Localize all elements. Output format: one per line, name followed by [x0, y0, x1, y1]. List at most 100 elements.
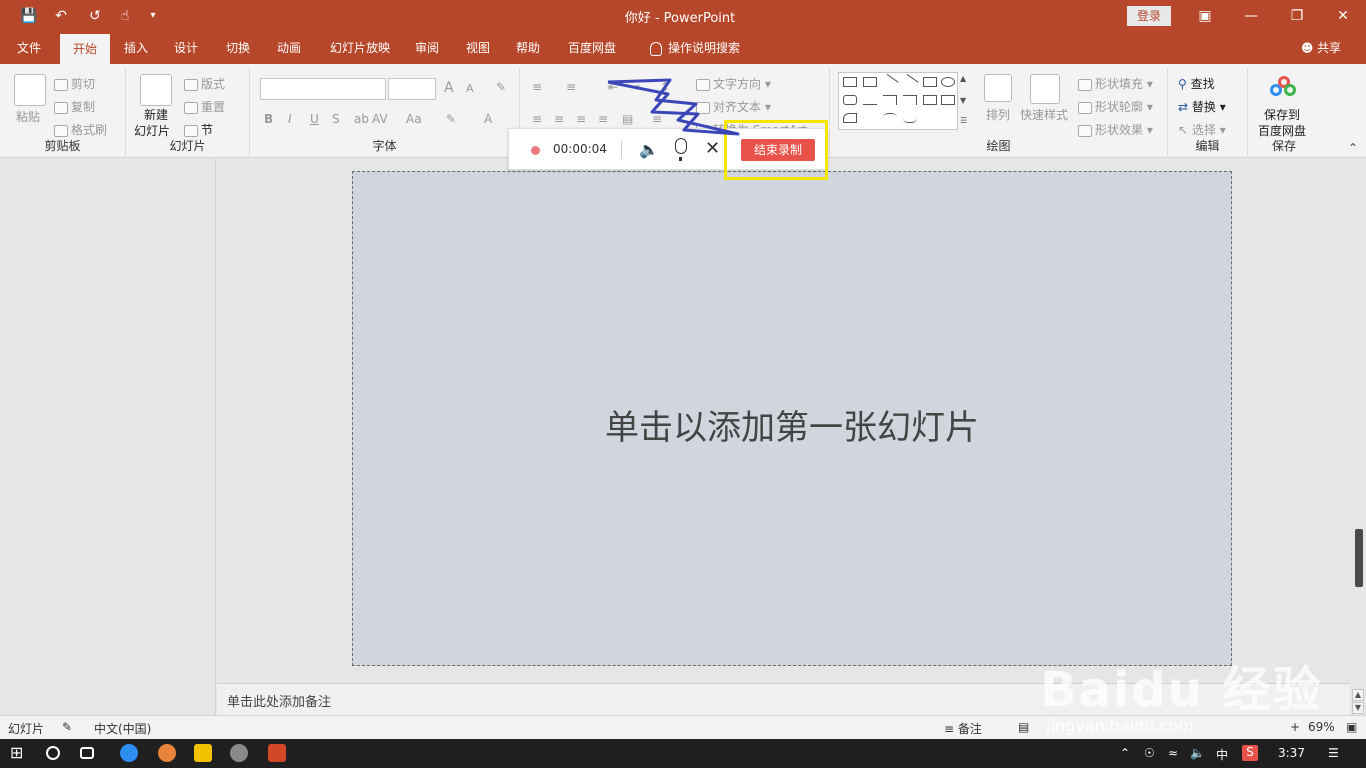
tab-transitions[interactable]: 切换: [218, 32, 258, 64]
sogou-ime-icon[interactable]: S: [1242, 745, 1258, 761]
arrange-button[interactable]: 排列: [986, 106, 1010, 123]
wifi-icon[interactable]: ≈: [1168, 746, 1178, 760]
tab-file[interactable]: 文件: [8, 32, 50, 64]
copy-button[interactable]: 复制: [54, 98, 95, 115]
shadow-button[interactable]: S: [332, 112, 340, 126]
freeform-shape-icon[interactable]: [843, 113, 857, 123]
shape-outline-button[interactable]: 形状轮廓 ▾: [1078, 98, 1153, 115]
shape-effects-button[interactable]: 形状效果 ▾: [1078, 121, 1153, 138]
volume-icon[interactable]: 🔈: [1190, 746, 1205, 760]
search-icon[interactable]: [46, 746, 60, 760]
task-view-icon[interactable]: [80, 747, 94, 759]
find-button[interactable]: ⚲ 查找: [1178, 75, 1215, 92]
strikethrough-icon[interactable]: ab: [354, 112, 369, 126]
restore-icon[interactable]: ❐: [1274, 4, 1320, 28]
collapse-ribbon-icon[interactable]: ⌃: [1348, 141, 1358, 155]
clock[interactable]: 3:37: [1278, 746, 1305, 760]
speaker-icon[interactable]: 🔈: [639, 140, 659, 159]
file-explorer-icon[interactable]: [194, 744, 212, 762]
new-slide-icon[interactable]: [140, 74, 172, 106]
bold-button[interactable]: B: [264, 112, 273, 126]
zoom-in-icon[interactable]: +: [1290, 720, 1300, 734]
new-slide-button[interactable]: 新建: [144, 106, 168, 123]
brace-left-shape-icon[interactable]: [923, 113, 937, 123]
share-button[interactable]: ☻ 共享: [1294, 32, 1348, 64]
rounded-rect-shape-icon[interactable]: [843, 95, 857, 105]
paint-app-icon[interactable]: [230, 744, 248, 762]
section-button[interactable]: 节: [184, 121, 213, 138]
customize-icon[interactable]: ▾: [142, 6, 164, 26]
gallery-up-icon[interactable]: ▲: [960, 74, 966, 83]
tell-me-search[interactable]: 操作说明搜索: [640, 32, 750, 64]
undo-icon[interactable]: ↶: [50, 6, 72, 26]
microphone-icon[interactable]: [675, 138, 687, 161]
oval-shape-icon[interactable]: [941, 77, 955, 87]
align-right-icon[interactable]: ≡: [576, 112, 586, 126]
select-button[interactable]: ↖ 选择 ▾: [1178, 121, 1226, 138]
tab-slideshow[interactable]: 幻灯片放映: [322, 32, 398, 64]
tab-view[interactable]: 视图: [458, 32, 498, 64]
clear-format-icon[interactable]: ✎: [496, 80, 506, 94]
triangle-shape-icon[interactable]: [863, 95, 877, 105]
normal-view-icon[interactable]: ▤: [1018, 720, 1029, 734]
textbox-shape-icon[interactable]: [843, 77, 857, 87]
shape-fill-button[interactable]: 形状填充 ▾: [1078, 75, 1153, 92]
paste-button[interactable]: 粘贴: [16, 108, 40, 125]
ime-indicator[interactable]: 中: [1216, 746, 1228, 763]
quick-styles-button[interactable]: 快速样式: [1020, 106, 1068, 123]
tab-help[interactable]: 帮助: [508, 32, 548, 64]
notification-center-icon[interactable]: ☰: [1328, 746, 1339, 760]
slide-thumbnail-pane[interactable]: [0, 159, 216, 715]
cut-button[interactable]: 剪切: [54, 75, 95, 92]
tab-baidu-disk[interactable]: 百度网盘: [560, 32, 624, 64]
tray-expand-icon[interactable]: ⌃: [1120, 746, 1130, 760]
brace-right-shape-icon[interactable]: [941, 113, 955, 123]
scroll-down-icon[interactable]: ▼: [1352, 702, 1364, 714]
notes-placeholder[interactable]: 单击此处添加备注: [227, 691, 331, 710]
numbering-icon[interactable]: ≡: [566, 80, 576, 94]
browser-icon[interactable]: [120, 744, 138, 762]
right-arrow-shape-icon[interactable]: [923, 95, 937, 105]
tab-design[interactable]: 设计: [166, 32, 206, 64]
zoom-level[interactable]: 69%: [1308, 720, 1335, 734]
baidu-cloud-icon[interactable]: [1270, 76, 1296, 98]
tab-review[interactable]: 审阅: [408, 32, 446, 64]
vertical-scrollbar[interactable]: ▲ ▼: [1350, 159, 1366, 715]
font-size-combo[interactable]: [388, 78, 436, 100]
italic-button[interactable]: I: [288, 112, 292, 126]
save-to-button[interactable]: 保存到: [1264, 106, 1300, 123]
wave-shape-icon[interactable]: [903, 113, 917, 123]
arc-shape-icon[interactable]: [883, 113, 897, 123]
scrollbar-thumb[interactable]: [1355, 529, 1363, 587]
change-case-button[interactable]: Aa: [406, 112, 422, 126]
scroll-up-icon[interactable]: ▲: [1352, 689, 1364, 701]
powerpoint-taskbar-icon[interactable]: [268, 744, 286, 762]
tab-animations[interactable]: 动画: [268, 32, 310, 64]
underline-button[interactable]: U: [310, 112, 319, 126]
format-painter-button[interactable]: 格式刷: [54, 121, 107, 138]
notes-toggle[interactable]: ≡ 备注: [944, 720, 982, 737]
replace-button[interactable]: ⇄ 替换 ▾: [1178, 98, 1226, 115]
font-color-icon[interactable]: A: [484, 112, 492, 126]
quick-styles-icon[interactable]: [1030, 74, 1060, 104]
slide-canvas[interactable]: 单击以添加第一张幻灯片: [352, 171, 1232, 666]
redo-icon[interactable]: ↺: [84, 6, 106, 26]
login-button[interactable]: 登录: [1127, 6, 1171, 26]
add-first-slide-hint[interactable]: 单击以添加第一张幻灯片: [353, 400, 1231, 449]
save-icon[interactable]: 💾: [18, 6, 40, 26]
firefox-icon[interactable]: [158, 744, 176, 762]
elbow-shape-icon[interactable]: [903, 95, 917, 105]
language-indicator[interactable]: 中文(中国): [94, 720, 151, 737]
tab-insert[interactable]: 插入: [116, 32, 156, 64]
highlight-icon[interactable]: ✎: [446, 112, 456, 126]
connector-shape-icon[interactable]: [883, 95, 897, 105]
char-spacing-icon[interactable]: AV: [372, 112, 388, 126]
tab-home[interactable]: 开始: [60, 34, 110, 64]
bullets-icon[interactable]: ≡: [532, 80, 542, 94]
spell-check-icon[interactable]: ✎: [62, 720, 72, 734]
textbox-vertical-shape-icon[interactable]: [863, 77, 877, 87]
align-center-icon[interactable]: ≡: [554, 112, 564, 126]
close-icon[interactable]: ✕: [705, 138, 720, 159]
security-icon[interactable]: ☉: [1144, 746, 1155, 760]
arrow-shape-icon[interactable]: [901, 73, 919, 91]
